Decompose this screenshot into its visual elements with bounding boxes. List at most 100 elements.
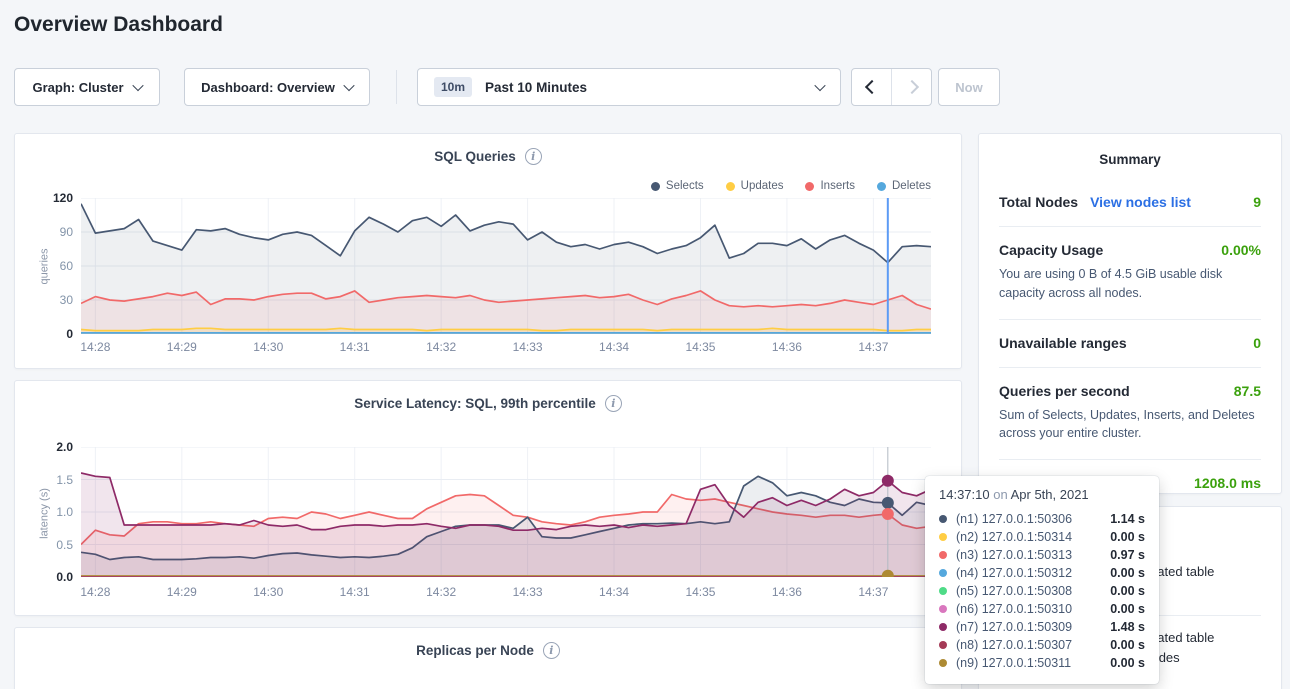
y-axis-ticks: 0306090120 (15, 198, 73, 334)
summary-subtext: You are using 0 B of 4.5 GiB usable disk… (999, 265, 1261, 303)
tooltip-row: (n4) 127.0.0.1:503120.00 s (939, 564, 1145, 582)
tooltip-node-value: 0.00 s (1110, 584, 1145, 598)
chart-header: Replicas per Node (15, 642, 961, 659)
x-tick-label: 14:30 (253, 585, 283, 599)
tooltip-node-label: (n1) 127.0.0.1:50306 (956, 512, 1072, 526)
series-dot-icon (939, 569, 947, 577)
tooltip-node-value: 0.00 s (1110, 530, 1145, 544)
summary-value: 87.5 (1234, 383, 1261, 399)
graph-dropdown[interactable]: Graph: Cluster (14, 68, 160, 106)
x-tick-label: 14:28 (80, 340, 110, 354)
x-tick-label: 14:33 (513, 585, 543, 599)
chevron-down-icon (132, 80, 143, 91)
x-tick-label: 14:33 (513, 340, 543, 354)
info-icon[interactable] (525, 148, 542, 165)
tooltip-node-label: (n8) 127.0.0.1:50307 (956, 638, 1072, 652)
series-dot-icon (939, 587, 947, 595)
tooltip-node-label: (n6) 127.0.0.1:50310 (956, 602, 1072, 616)
legend-label: Updates (741, 180, 784, 192)
sql-queries-plot[interactable] (81, 198, 931, 334)
summary-label: Capacity Usage (999, 242, 1103, 258)
chart-title: Replicas per Node (416, 643, 534, 658)
y-tick-label: 0 (15, 327, 73, 341)
time-range-dropdown[interactable]: 10m Past 10 Minutes (417, 68, 841, 106)
y-tick-label: 90 (15, 225, 73, 239)
y-tick-label: 0.0 (15, 570, 73, 584)
series-dot-icon (939, 659, 947, 667)
x-tick-label: 14:30 (253, 340, 283, 354)
summary-row-queries-per-second: Queries per second 87.5 Sum of Selects, … (999, 368, 1261, 461)
tooltip-row: (n7) 127.0.0.1:503091.48 s (939, 618, 1145, 636)
dashboard-dropdown-label: Dashboard: Overview (201, 80, 335, 95)
tooltip-row: (n1) 127.0.0.1:50306 1.14 s (939, 510, 1145, 528)
chart-legend: Selects Updates Inserts Deletes (651, 180, 931, 192)
y-tick-label: 60 (15, 259, 73, 273)
tooltip-node-value: 1.14 s (1110, 512, 1145, 526)
x-tick-label: 14:34 (599, 340, 629, 354)
x-tick-label: 14:37 (858, 585, 888, 599)
chevron-down-icon (343, 80, 354, 91)
page-title: Overview Dashboard (14, 13, 223, 37)
tooltip-node-value: 0.00 s (1110, 656, 1145, 670)
series-dot-icon (939, 641, 947, 649)
tooltip-row: (n2) 127.0.0.1:50314 0.00 s (939, 528, 1145, 546)
tooltip-row: (n6) 127.0.0.1:50310 0.00 s (939, 600, 1145, 618)
tooltip-node-label: (n2) 127.0.0.1:50314 (956, 530, 1072, 544)
summary-panel: Summary Total Nodes View nodes list 9 Ca… (978, 133, 1282, 494)
summary-row-total-nodes: Total Nodes View nodes list 9 (999, 179, 1261, 227)
tooltip-row: (n5) 127.0.0.1:50308 0.00 s (939, 582, 1145, 600)
legend-label: Inserts (820, 180, 855, 192)
legend-item-deletes: Deletes (877, 180, 931, 192)
tooltip-node-label: (n5) 127.0.0.1:50308 (956, 584, 1072, 598)
summary-row-capacity-usage: Capacity Usage 0.00% You are using 0 B o… (999, 227, 1261, 320)
legend-item-selects: Selects (651, 180, 704, 192)
chart-hover-tooltip: 14:37:10 on Apr 5th, 2021 (n1) 127.0.0.1… (925, 476, 1159, 684)
x-tick-label: 14:36 (772, 585, 802, 599)
legend-dot-icon (877, 182, 886, 191)
tooltip-node-value: 0.97 s (1110, 548, 1145, 562)
toolbar-divider (396, 70, 397, 104)
tooltip-node-label: (n9) 127.0.0.1:50311 (956, 656, 1071, 670)
tooltip-timestamp: 14:37:10 on Apr 5th, 2021 (939, 487, 1145, 502)
summary-row-unavailable-ranges: Unavailable ranges 0 (999, 320, 1261, 368)
x-tick-label: 14:34 (599, 585, 629, 599)
view-nodes-list-link[interactable]: View nodes list (1090, 194, 1191, 210)
service-latency-plot[interactable] (81, 447, 931, 577)
chart-header: SQL Queries (15, 148, 961, 165)
y-tick-label: 120 (15, 191, 73, 205)
summary-heading: Summary (979, 134, 1281, 167)
y-tick-label: 1.0 (15, 505, 73, 519)
legend-item-updates: Updates (726, 180, 784, 192)
prev-time-button[interactable] (852, 69, 891, 105)
x-tick-label: 14:35 (685, 340, 715, 354)
tooltip-time: 14:37:10 (939, 487, 990, 502)
legend-item-inserts: Inserts (805, 180, 855, 192)
summary-value: 1208.0 ms (1194, 475, 1261, 491)
info-icon[interactable] (543, 642, 560, 659)
time-nav-group (851, 68, 932, 106)
x-tick-label: 14:37 (858, 340, 888, 354)
overview-dashboard-page: Overview Dashboard Graph: Cluster Dashbo… (0, 0, 1290, 689)
x-tick-label: 14:29 (167, 340, 197, 354)
now-button[interactable]: Now (938, 68, 1000, 106)
legend-dot-icon (726, 182, 735, 191)
sql-queries-chart-card: SQL Queries Selects Updates Inserts Deletes… (14, 133, 962, 369)
x-tick-label: 14:29 (167, 585, 197, 599)
chart-title: Service Latency: SQL, 99th percentile (354, 396, 596, 411)
tooltip-node-value: 0.00 s (1110, 602, 1145, 616)
y-tick-label: 1.5 (15, 473, 73, 487)
legend-dot-icon (805, 182, 814, 191)
tooltip-node-value: 0.00 s (1110, 638, 1145, 652)
summary-value: 9 (1253, 194, 1261, 210)
dashboard-dropdown[interactable]: Dashboard: Overview (184, 68, 370, 106)
next-time-button[interactable] (891, 69, 931, 105)
y-axis-ticks: 0.00.51.01.52.0 (15, 447, 73, 577)
summary-label: Unavailable ranges (999, 335, 1127, 351)
info-icon[interactable] (605, 395, 622, 412)
tooltip-date: Apr 5th, 2021 (1011, 487, 1089, 502)
tooltip-row: (n9) 127.0.0.1:50311 0.00 s (939, 654, 1145, 672)
tooltip-row: (n3) 127.0.0.1:503130.97 s (939, 546, 1145, 564)
chart-header: Service Latency: SQL, 99th percentile (15, 395, 961, 412)
chevron-left-icon (864, 80, 878, 94)
tooltip-node-label: (n4) 127.0.0.1:50312 (956, 566, 1072, 580)
